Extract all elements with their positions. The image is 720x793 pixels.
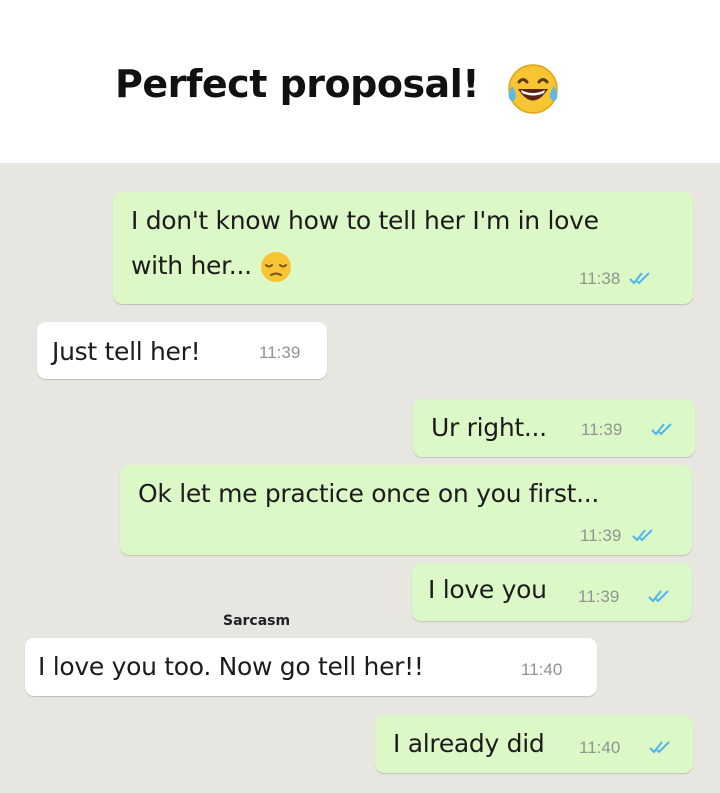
caption-title: Perfect proposal! [115, 62, 480, 106]
message-text: Ok let me practice once on you first... [138, 479, 600, 508]
read-receipt-icon [629, 272, 650, 285]
chat-area[interactable]: I don't know how to tell her I'm in love… [0, 163, 720, 793]
message-text: Ur right... [431, 413, 547, 442]
message-text: with her... [131, 251, 252, 280]
read-receipt-icon [648, 590, 669, 603]
message-bubble-outgoing[interactable]: I already did 11:40 [375, 715, 693, 773]
message-timestamp: 11:39 [259, 343, 301, 362]
message-bubble-incoming[interactable]: I love you too. Now go tell her!! 11:40 [25, 638, 597, 696]
message-bubble-outgoing[interactable]: Ok let me practice once on you first... … [120, 465, 692, 555]
message-timestamp: 11:39 [581, 420, 623, 439]
read-receipt-icon [632, 529, 653, 542]
message-text: I already did [393, 729, 545, 758]
message-timestamp: 11:38 [579, 269, 621, 288]
read-receipt-icon [649, 741, 670, 754]
message-text: I don't know how to tell her I'm in love [131, 206, 599, 235]
message-bubble-outgoing[interactable]: I don't know how to tell her I'm in love… [113, 192, 693, 304]
message-timestamp: 11:39 [580, 526, 622, 545]
watermark: Sarcasm [223, 613, 291, 629]
caption-header: Perfect proposal! [0, 0, 720, 163]
message-text: I love you too. Now go tell her!! [38, 652, 424, 681]
message-text: I love you [428, 575, 547, 604]
message-timestamp: 11:40 [579, 738, 621, 757]
face-with-tears-of-joy-icon [508, 64, 558, 114]
message-bubble-outgoing[interactable]: Ur right... 11:39 [413, 399, 695, 457]
message-bubble-incoming[interactable]: Just tell her! 11:39 [37, 322, 327, 379]
pensive-face-icon [261, 252, 292, 282]
message-timestamp: 11:40 [521, 660, 563, 679]
message-text-line2: with her... [131, 250, 293, 284]
message-timestamp: 11:39 [578, 587, 620, 606]
read-receipt-icon [651, 423, 672, 436]
message-text: Just tell her! [52, 337, 201, 366]
message-bubble-outgoing[interactable]: I love you 11:39 [412, 563, 692, 621]
